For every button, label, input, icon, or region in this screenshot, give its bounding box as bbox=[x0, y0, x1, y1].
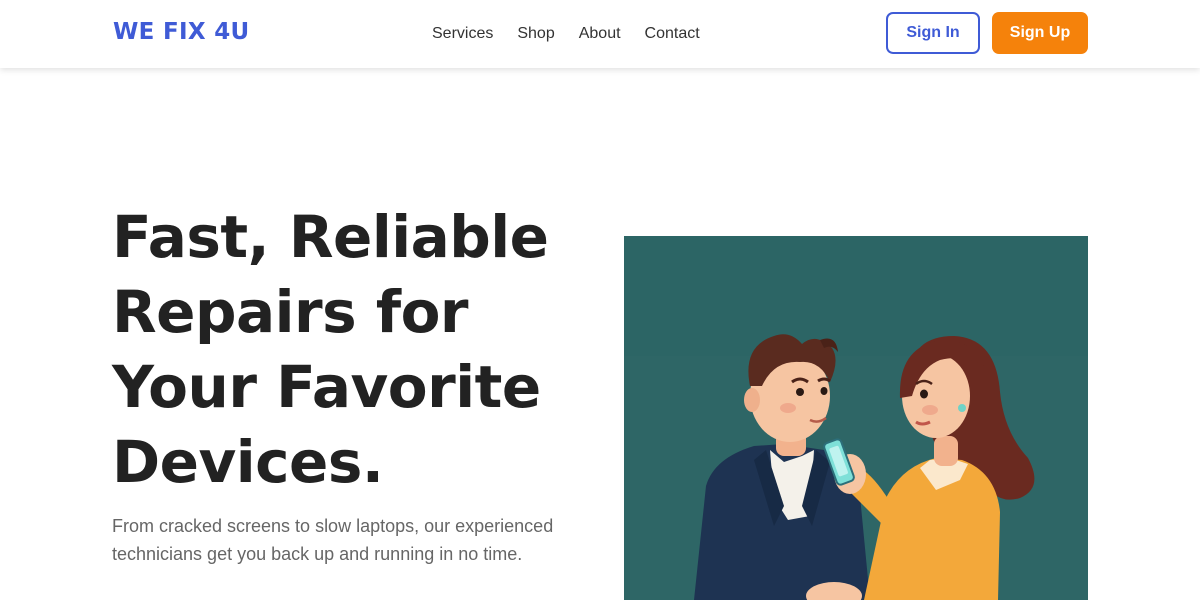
brand-logo[interactable]: WE FIX 4U bbox=[113, 19, 249, 45]
nav-links: Services Shop About Contact bbox=[432, 24, 700, 44]
hero-illustration bbox=[624, 236, 1088, 600]
nav-link-services[interactable]: Services bbox=[432, 24, 493, 44]
hero-subtitle: From cracked screens to slow laptops, ou… bbox=[112, 516, 554, 564]
sign-in-button[interactable]: Sign In bbox=[886, 12, 980, 54]
nav-link-contact[interactable]: Contact bbox=[645, 24, 700, 44]
couple-with-phone-illustration bbox=[624, 236, 1088, 600]
nav-link-about[interactable]: About bbox=[579, 24, 621, 44]
nav-link-shop[interactable]: Shop bbox=[517, 24, 554, 44]
hero-title: Fast, Reliable Repairs for Your Favorite… bbox=[112, 203, 549, 496]
sign-up-button[interactable]: Sign Up bbox=[992, 12, 1088, 54]
navbar: WE FIX 4U Services Shop About Contact Si… bbox=[0, 0, 1200, 68]
